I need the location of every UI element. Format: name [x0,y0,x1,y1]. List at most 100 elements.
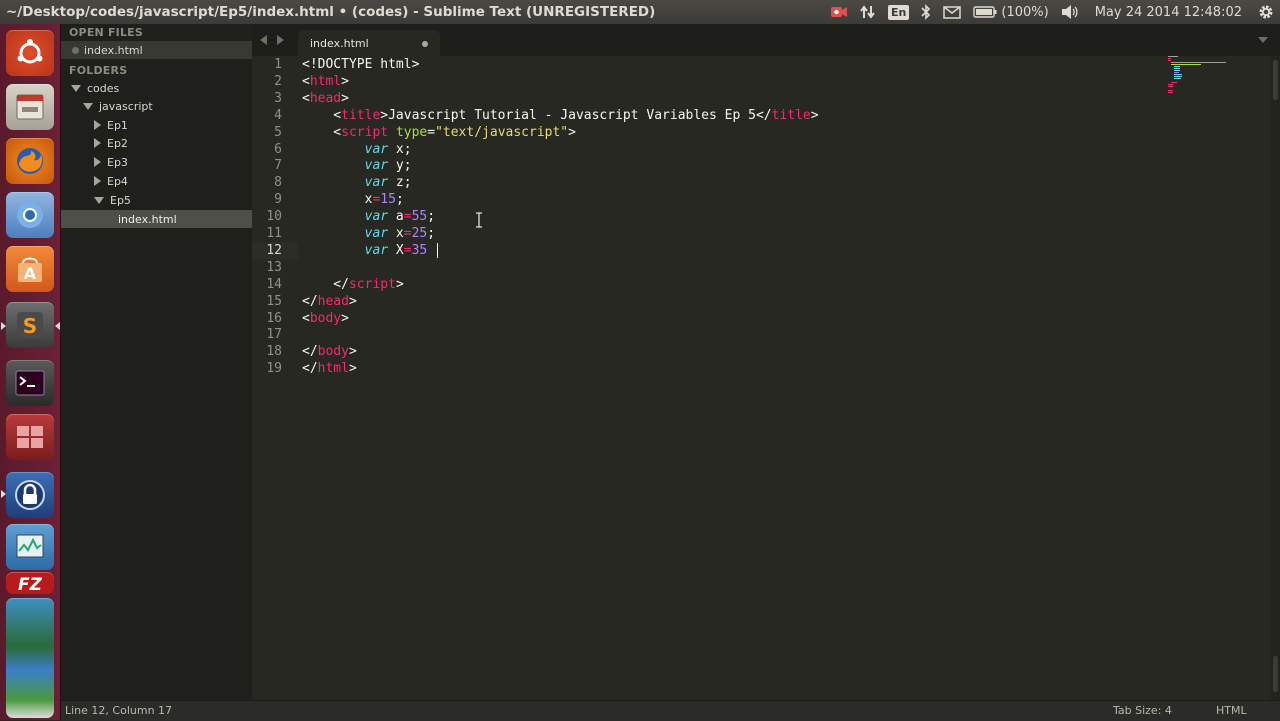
workspace-switcher-icon[interactable] [6,414,54,460]
code-line[interactable]: <html> [302,73,349,90]
code-token: > [348,361,357,377]
code-token: x [388,226,404,241]
battery-percent: (100%) [1001,4,1049,20]
code-token: <!DOCTYPE html> [302,57,420,72]
code-line[interactable]: var z; [302,174,412,191]
clock[interactable]: May 24 2014 12:48:02 [1085,0,1252,24]
code-line[interactable]: <body> [302,310,349,327]
code-token: = [427,124,436,140]
code-token: html [317,361,349,377]
code-token: 35 [411,242,428,258]
code-token: body [309,310,342,326]
code-token: var [364,209,389,225]
firefox-icon[interactable] [6,138,54,184]
tab-label: index.html [310,36,369,50]
code-line[interactable]: <head> [302,90,349,107]
tab-menu-chevron-icon[interactable] [1258,37,1268,43]
svg-text:A: A [24,264,37,283]
keyring-lock-icon[interactable] [6,472,54,518]
line-number: 19 [266,361,282,377]
tab-size-selector[interactable]: Tab Size: 4 [1113,704,1172,717]
code-line[interactable]: var X=35 [302,242,428,259]
folder-item-ep1[interactable]: Ep1 [61,116,252,134]
line-number: 17 [266,327,282,343]
vertical-scrollbar[interactable] [1271,56,1280,700]
bluetooth-icon[interactable] [915,0,937,24]
syntax-selector[interactable]: HTML [1216,704,1247,717]
code-line[interactable]: var x; [302,141,412,158]
tab-scroll-right-icon[interactable] [276,35,284,45]
code-line[interactable]: var y; [302,157,412,174]
modified-dot-icon[interactable] [422,41,428,47]
software-center-icon[interactable]: A [6,246,54,292]
tab-index-html[interactable]: index.html [298,30,440,56]
line-number: 8 [274,175,282,191]
expanded-arrow-icon [94,196,104,204]
network-updown-icon[interactable] [854,0,882,24]
code-token: ; [427,226,436,241]
open-files-header: OPEN FILES [69,26,144,39]
code-token: > [341,73,349,89]
folder-item-ep2[interactable]: Ep2 [61,134,252,152]
code-line[interactable]: </script> [302,276,403,293]
code-line[interactable]: </html> [302,360,357,377]
code-token: > [341,90,349,106]
code-token: y; [388,158,412,174]
code-line[interactable]: var x=25; [302,225,435,242]
folder-item-ep3[interactable]: Ep3 [61,153,252,171]
code-token: > [348,293,357,309]
session-gear-icon[interactable] [1252,0,1280,24]
code-token: < [302,124,342,140]
expanded-arrow-icon [83,102,93,110]
code-line[interactable]: </head> [302,293,357,310]
chromium-icon[interactable] [6,192,54,238]
camera-recording-icon[interactable] [824,0,854,24]
minimap[interactable] [1160,56,1270,106]
code-token: X [388,242,404,258]
code-line[interactable]: <title>Javascript Tutorial - Javascript … [302,107,818,124]
code-line[interactable]: </body> [302,343,357,360]
line-number-gutter: 1 2 3 4 5 6 7 8 9 10 11 12 13 14 15 16 17 18 19 [252,56,298,700]
terminal-icon[interactable] [6,360,54,406]
code-token: ; [395,192,404,208]
sublime-text-icon[interactable]: S [6,302,54,348]
collapsed-arrow-icon [94,176,101,186]
stacked-apps-icon[interactable] [6,598,54,718]
code-line[interactable]: <!DOCTYPE html> [302,56,419,73]
open-file-item[interactable]: index.html [61,41,252,59]
folder-item-javascript[interactable]: javascript [61,97,252,115]
scrollbar-thumb[interactable] [1273,60,1278,100]
system-monitor-icon[interactable] [6,524,54,570]
code-line[interactable]: x=15; [302,191,404,208]
code-token: > [568,124,576,140]
code-line[interactable]: var a=55; [302,208,435,225]
folder-item-ep5[interactable]: Ep5 [61,191,252,209]
folder-item-ep4[interactable]: Ep4 [61,172,252,190]
scrollbar-thumb-lower[interactable] [1273,656,1278,692]
file-item-index-html[interactable]: index.html [61,210,252,228]
keyboard-layout-indicator[interactable]: En [882,0,915,24]
file-manager-icon[interactable] [6,84,54,130]
code-token: x; [388,141,412,157]
ubuntu-dash-icon[interactable] [6,30,54,76]
filezilla-icon[interactable]: FZ [6,572,54,594]
close-file-icon[interactable] [72,46,79,54]
line-number: 2 [274,73,282,89]
volume-icon[interactable] [1055,0,1085,24]
folder-item-codes[interactable]: codes [61,79,252,97]
line-number: 9 [274,192,282,208]
line-number: 12 [266,242,282,258]
code-token: "text/javascript" [435,124,569,140]
code-line[interactable]: <script type="text/javascript"> [302,124,576,141]
status-bar: Line 12, Column 17 Tab Size: 4 HTML [61,700,1280,721]
mouse-ibeam-cursor-icon [476,212,482,228]
file-sidebar: OPEN FILES index.html FOLDERS codes java… [61,24,252,700]
battery-indicator[interactable]: (100%) [967,0,1054,24]
code-token: title [341,107,381,123]
code-editor[interactable]: <!DOCTYPE html> <html> <head> <title>Javas… [302,56,1162,700]
tab-scroll-left-icon[interactable] [260,35,268,45]
mail-icon[interactable] [937,0,967,24]
